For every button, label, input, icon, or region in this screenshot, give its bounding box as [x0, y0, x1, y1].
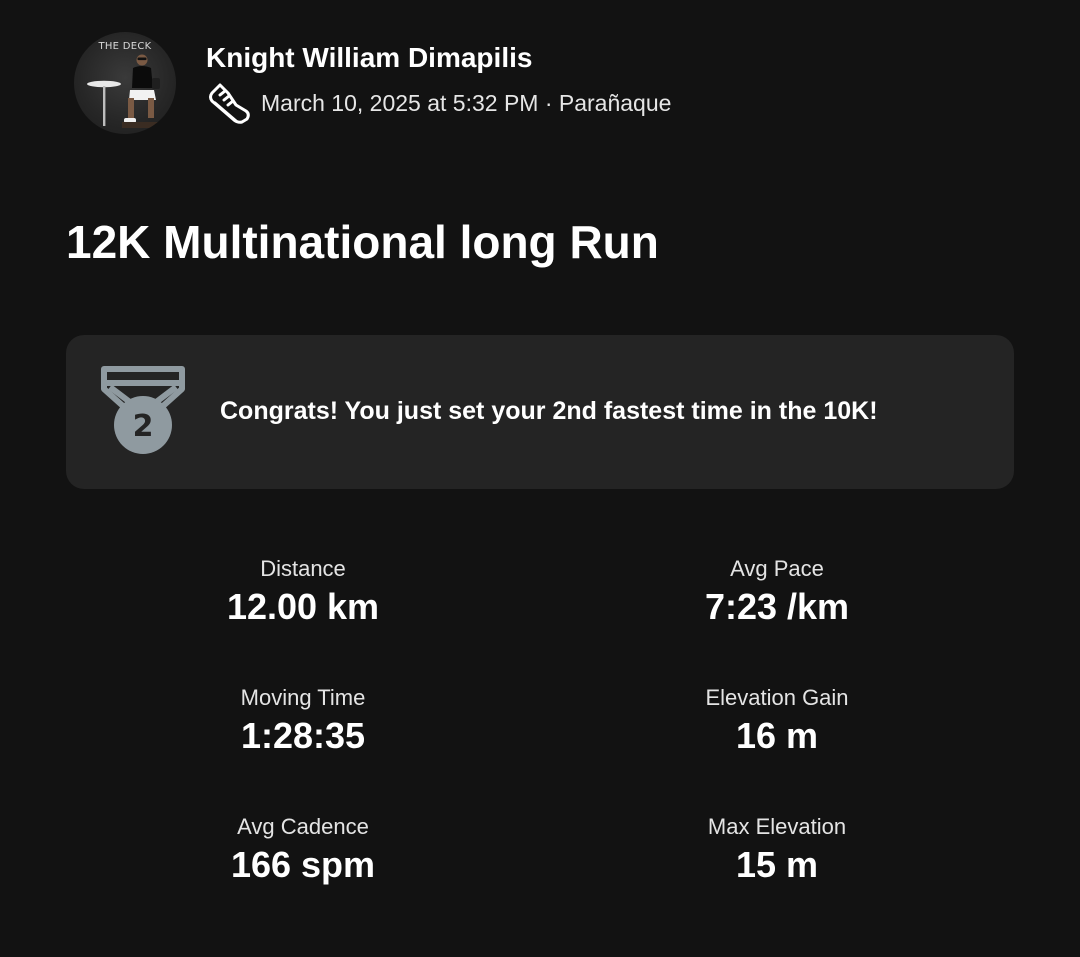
medal-icon: 2 — [101, 366, 185, 454]
stat-value: 15 m — [735, 844, 819, 885]
medal-rank-text: 2 — [133, 409, 154, 444]
athlete-name[interactable]: Knight William Dimapilis — [206, 41, 671, 75]
stat-label: Moving Time — [240, 685, 366, 710]
activity-header: THE DECK Knight William Dimapilis March … — [74, 32, 671, 134]
stat-value: 12.00 km — [226, 586, 380, 627]
stat-value: 1:28:35 — [240, 715, 366, 756]
stat-distance: Distance 12.00 km — [153, 555, 453, 629]
stat-label: Avg Cadence — [237, 814, 369, 839]
activity-meta-row: March 10, 2025 at 5:32 PM · Parañaque — [206, 81, 671, 125]
stat-elevation-gain: Elevation Gain 16 m — [627, 684, 927, 758]
avatar[interactable]: THE DECK — [74, 32, 176, 134]
stat-avg-pace: Avg Pace 7:23 /km — [627, 555, 927, 629]
activity-date-location: March 10, 2025 at 5:32 PM · Parañaque — [261, 90, 672, 116]
stat-max-elevation: Max Elevation 15 m — [627, 813, 927, 887]
header-text: Knight William Dimapilis March 10, 2025 … — [206, 41, 671, 125]
stat-value: 7:23 /km — [704, 586, 850, 627]
running-shoe-icon — [209, 83, 250, 124]
stat-value: 166 spm — [230, 844, 376, 885]
avatar-caption: THE DECK — [98, 41, 152, 52]
achievement-text: Congrats! You just set your 2nd fastest … — [220, 397, 878, 425]
stat-label: Max Elevation — [707, 814, 847, 839]
stat-label: Elevation Gain — [705, 685, 849, 710]
activity-title: 12K Multinational long Run — [66, 216, 659, 268]
stat-avg-cadence: Avg Cadence 166 spm — [153, 813, 453, 887]
stat-label: Distance — [260, 556, 346, 581]
stat-moving-time: Moving Time 1:28:35 — [153, 684, 453, 758]
stat-label: Avg Pace — [730, 556, 824, 581]
achievement-card[interactable]: 2 Congrats! You just set your 2nd fastes… — [66, 335, 1014, 489]
stat-value: 16 m — [735, 715, 819, 756]
